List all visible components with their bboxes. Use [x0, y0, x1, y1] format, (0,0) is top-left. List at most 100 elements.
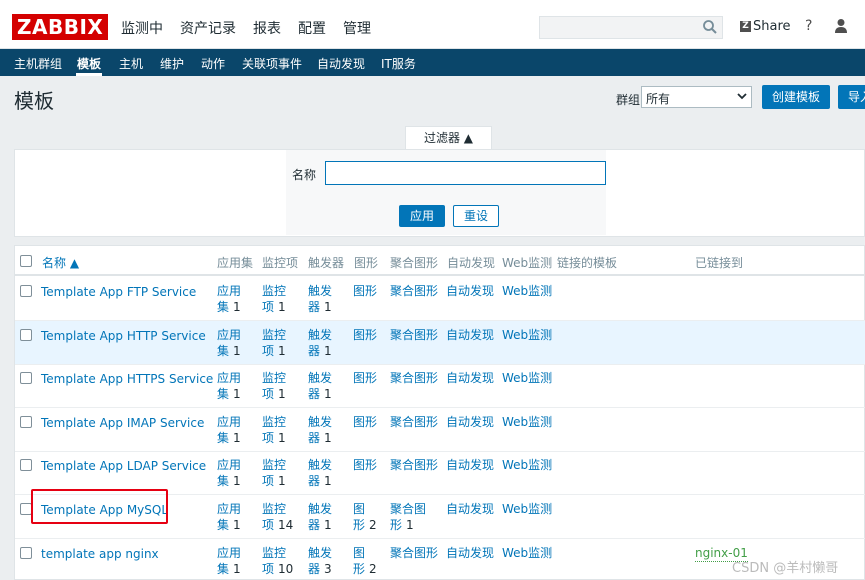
subnav-templates[interactable]: 模板: [77, 55, 101, 72]
screens-link[interactable]: 聚合图形: [390, 327, 438, 359]
triggers-link[interactable]: 触发器 1: [308, 327, 332, 359]
filter-name-input[interactable]: [325, 161, 606, 185]
triggers-link-label: 触发: [308, 415, 333, 429]
subnav-it-services[interactable]: IT服务: [381, 55, 416, 72]
items-link-label-cont: 项: [262, 562, 275, 576]
screens-link[interactable]: 聚合图形 1: [390, 501, 426, 533]
main-menu: 监测中 资产记录 报表 配置 管理: [121, 18, 388, 38]
graphs-link[interactable]: 图形: [353, 370, 377, 402]
triggers-link[interactable]: 触发器 1: [308, 283, 332, 315]
filter-apply-button[interactable]: 应用: [399, 205, 445, 227]
row-checkbox[interactable]: [20, 459, 32, 471]
help-icon[interactable]: ?: [805, 18, 812, 34]
web-link[interactable]: Web监测: [502, 283, 552, 299]
triggers-link[interactable]: 触发器 1: [308, 501, 332, 533]
screens-link[interactable]: 聚合图形: [390, 414, 438, 446]
items-link-label-cont: 项: [262, 518, 275, 532]
applications-link[interactable]: 应用集 1: [217, 283, 241, 315]
web-link[interactable]: Web监测: [502, 327, 552, 343]
applications-link[interactable]: 应用集 1: [217, 414, 241, 446]
graphs-link[interactable]: 图形: [353, 283, 377, 315]
row-checkbox[interactable]: [20, 372, 32, 384]
search-input[interactable]: [539, 16, 723, 39]
triggers-link[interactable]: 触发器 1: [308, 414, 332, 446]
graphs-link[interactable]: 图形: [353, 457, 377, 489]
screens-link[interactable]: 聚合图形: [390, 545, 438, 577]
triggers-link[interactable]: 触发器 1: [308, 457, 332, 489]
applications-link[interactable]: 应用集 1: [217, 545, 241, 577]
items-link[interactable]: 监控项 1: [262, 283, 286, 315]
graphs-link-label-cont: 形: [353, 518, 366, 532]
web-link[interactable]: Web监测: [502, 414, 552, 430]
discovery-link[interactable]: 自动发现: [446, 457, 494, 473]
graphs-link[interactable]: 图形2: [353, 501, 377, 533]
web-link[interactable]: Web监测: [502, 457, 552, 473]
row-checkbox[interactable]: [20, 547, 32, 559]
subnav-hosts[interactable]: 主机: [119, 55, 143, 72]
discovery-link[interactable]: 自动发现: [446, 545, 494, 561]
menu-administration[interactable]: 管理: [343, 18, 371, 38]
header-linked-templates: 链接的模板: [557, 256, 618, 270]
applications-link[interactable]: 应用集 1: [217, 327, 241, 359]
triggers-link-label: 触发: [308, 502, 333, 516]
menu-configuration[interactable]: 配置: [298, 18, 326, 38]
applications-link[interactable]: 应用集 1: [217, 457, 241, 489]
items-link[interactable]: 监控项 10: [262, 545, 293, 577]
applications-link-count: 1: [233, 518, 241, 532]
filter-tab[interactable]: 过滤器 ▲: [405, 126, 492, 150]
share-link[interactable]: Z Share: [740, 19, 791, 34]
discovery-link[interactable]: 自动发现: [446, 414, 494, 430]
screens-link[interactable]: 聚合图形: [390, 370, 438, 402]
menu-monitoring[interactable]: 监测中: [121, 18, 163, 38]
items-link[interactable]: 监控项 1: [262, 327, 286, 359]
screens-link[interactable]: 聚合图形: [390, 457, 438, 489]
row-checkbox[interactable]: [20, 416, 32, 428]
items-link[interactable]: 监控项 1: [262, 457, 286, 489]
menu-reports[interactable]: 报表: [253, 18, 281, 38]
triggers-link-count: 1: [324, 474, 332, 488]
filter-reset-button[interactable]: 重设: [453, 205, 499, 227]
discovery-link[interactable]: 自动发现: [446, 501, 494, 517]
subnav-event-correlation[interactable]: 关联项事件: [242, 55, 302, 72]
discovery-link[interactable]: 自动发现: [446, 283, 494, 299]
applications-link[interactable]: 应用集 1: [217, 501, 241, 533]
subnav-discovery[interactable]: 自动发现: [317, 55, 365, 72]
search-icon[interactable]: [702, 19, 718, 35]
graphs-link[interactable]: 图形2: [353, 545, 377, 577]
template-name-link[interactable]: template app nginx: [41, 546, 159, 562]
items-link[interactable]: 监控项 1: [262, 370, 286, 402]
subnav-maintenance[interactable]: 维护: [160, 55, 184, 72]
create-template-button[interactable]: 创建模板: [762, 85, 830, 109]
screens-link-label: 聚合图: [390, 502, 427, 516]
triggers-link[interactable]: 触发器 3: [308, 545, 332, 577]
web-link[interactable]: Web监测: [502, 501, 552, 517]
triggers-link[interactable]: 触发器 1: [308, 370, 332, 402]
select-all-checkbox[interactable]: [20, 255, 32, 267]
web-link[interactable]: Web监测: [502, 370, 552, 386]
graphs-link[interactable]: 图形: [353, 414, 377, 446]
web-link[interactable]: Web监测: [502, 545, 552, 561]
screens-link[interactable]: 聚合图形: [390, 283, 438, 315]
subnav-host-groups[interactable]: 主机群组: [14, 55, 62, 72]
zabbix-logo[interactable]: ZABBIX: [12, 14, 109, 40]
menu-inventory[interactable]: 资产记录: [180, 18, 236, 38]
table-row: Template App FTP Service 应用集 1 监控项 1 触发器 1 图形 聚合…: [15, 277, 865, 321]
user-icon[interactable]: [834, 18, 848, 34]
import-button[interactable]: 导入: [838, 85, 865, 109]
graphs-link[interactable]: 图形: [353, 327, 377, 359]
template-name-link[interactable]: Template App HTTP Service: [41, 328, 206, 344]
row-checkbox[interactable]: [20, 285, 32, 297]
template-name-link[interactable]: Template App HTTPS Service: [41, 371, 213, 387]
subnav-actions[interactable]: 动作: [201, 55, 225, 72]
items-link[interactable]: 监控项 1: [262, 414, 286, 446]
header-name[interactable]: 名称 ▲: [42, 254, 79, 271]
applications-link[interactable]: 应用集 1: [217, 370, 241, 402]
template-name-link[interactable]: Template App IMAP Service: [41, 415, 204, 431]
group-select[interactable]: 所有: [641, 86, 752, 108]
template-name-link[interactable]: Template App FTP Service: [41, 284, 196, 300]
template-name-link[interactable]: Template App LDAP Service: [41, 458, 206, 474]
row-checkbox[interactable]: [20, 329, 32, 341]
discovery-link[interactable]: 自动发现: [446, 327, 494, 343]
discovery-link[interactable]: 自动发现: [446, 370, 494, 386]
items-link[interactable]: 监控项 14: [262, 501, 293, 533]
